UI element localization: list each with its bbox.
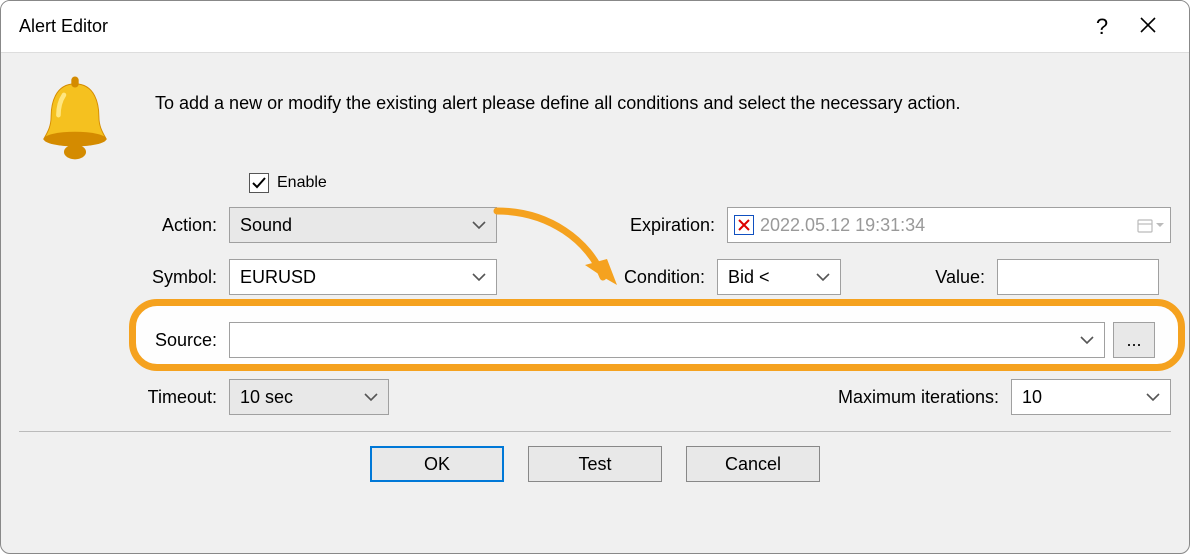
chevron-down-icon: [472, 272, 486, 282]
source-label: Source:: [39, 330, 229, 351]
x-icon: [737, 218, 751, 232]
browse-button[interactable]: ...: [1113, 322, 1155, 358]
cancel-button[interactable]: Cancel: [686, 446, 820, 482]
dialog-content: To add a new or modify the existing aler…: [1, 53, 1189, 496]
timeout-value: 10 sec: [240, 387, 293, 408]
condition-value: Bid <: [728, 267, 770, 288]
max-iterations-select[interactable]: 10: [1011, 379, 1171, 415]
action-value: Sound: [240, 215, 292, 236]
timeout-label: Timeout:: [39, 387, 229, 408]
ok-button[interactable]: OK: [370, 446, 504, 482]
calendar-icon[interactable]: [1136, 216, 1164, 234]
timeout-select[interactable]: 10 sec: [229, 379, 389, 415]
value-label: Value:: [841, 267, 997, 288]
clear-expiration-button[interactable]: [734, 215, 754, 235]
condition-select[interactable]: Bid <: [717, 259, 841, 295]
chevron-down-icon: [816, 272, 830, 282]
symbol-label: Symbol:: [39, 267, 229, 288]
expiration-field[interactable]: 2022.05.12 19:31:34: [727, 207, 1171, 243]
check-icon: [251, 175, 267, 191]
chevron-down-icon: [1146, 392, 1160, 402]
symbol-value: EURUSD: [240, 267, 316, 288]
enable-checkbox[interactable]: [249, 173, 269, 193]
description-text: To add a new or modify the existing aler…: [155, 71, 960, 114]
chevron-down-icon: [472, 220, 486, 230]
help-button[interactable]: ?: [1079, 4, 1125, 50]
test-button[interactable]: Test: [528, 446, 662, 482]
titlebar: Alert Editor ?: [1, 1, 1189, 53]
symbol-select[interactable]: EURUSD: [229, 259, 497, 295]
expiration-label: Expiration:: [497, 215, 727, 236]
action-label: Action:: [39, 215, 229, 236]
separator: [19, 431, 1171, 432]
action-select[interactable]: Sound: [229, 207, 497, 243]
condition-label: Condition:: [497, 267, 717, 288]
close-button[interactable]: [1125, 4, 1171, 50]
window-title: Alert Editor: [19, 16, 108, 37]
bell-icon: [29, 71, 121, 163]
expiration-value: 2022.05.12 19:31:34: [760, 215, 1130, 236]
source-select[interactable]: [229, 322, 1105, 358]
help-icon: ?: [1096, 14, 1108, 40]
chevron-down-icon: [1080, 335, 1094, 345]
max-iterations-label: Maximum iterations:: [838, 387, 1011, 408]
value-input[interactable]: [997, 259, 1159, 295]
close-icon: [1139, 14, 1157, 40]
chevron-down-icon: [364, 392, 378, 402]
enable-label: Enable: [277, 174, 327, 192]
alert-editor-dialog: Alert Editor ? To add a new or modify th: [0, 0, 1190, 554]
max-iterations-value: 10: [1022, 387, 1042, 408]
ellipsis-icon: ...: [1126, 330, 1141, 351]
